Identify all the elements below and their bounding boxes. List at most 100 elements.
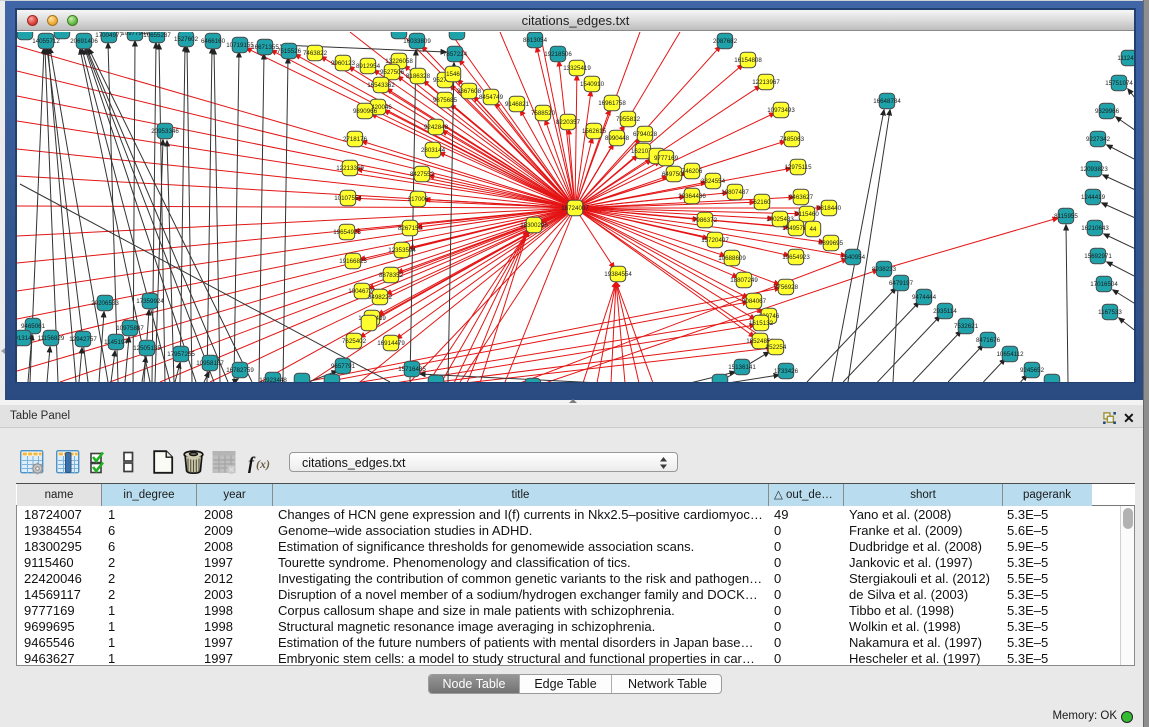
svg-text:9465061: 9465061 bbox=[21, 323, 46, 330]
svg-text:8878352: 8878352 bbox=[379, 272, 404, 279]
svg-text:12213369: 12213369 bbox=[336, 165, 364, 172]
svg-text:8912954: 8912954 bbox=[356, 63, 381, 70]
svg-text:12942757: 12942757 bbox=[69, 336, 97, 343]
svg-text:20364436: 20364436 bbox=[678, 193, 706, 200]
svg-text:10958187: 10958187 bbox=[196, 360, 224, 367]
svg-text:252254: 252254 bbox=[766, 344, 787, 351]
svg-text:18724007: 18724007 bbox=[561, 205, 589, 212]
svg-text:62160: 62160 bbox=[753, 199, 771, 206]
svg-text:8454749: 8454749 bbox=[479, 94, 504, 101]
svg-text:9227342: 9227342 bbox=[1086, 136, 1111, 143]
svg-text:9890966: 9890966 bbox=[353, 108, 378, 115]
svg-text:9463627: 9463627 bbox=[789, 194, 814, 201]
svg-text:7463822: 7463822 bbox=[303, 50, 328, 57]
svg-text:8427552: 8427552 bbox=[410, 171, 435, 178]
svg-text:8990448: 8990448 bbox=[605, 135, 630, 142]
svg-text:2867608: 2867608 bbox=[457, 88, 482, 95]
svg-text:10688609: 10688609 bbox=[718, 255, 746, 262]
svg-text:9777169: 9777169 bbox=[654, 155, 679, 162]
svg-text:3498222: 3498222 bbox=[368, 294, 393, 301]
svg-text:14055712: 14055712 bbox=[32, 38, 60, 45]
svg-text:9115460: 9115460 bbox=[795, 211, 819, 218]
svg-text:10975887: 10975887 bbox=[116, 325, 144, 332]
svg-text:16914479: 16914479 bbox=[377, 340, 405, 347]
svg-text:9960123: 9960123 bbox=[331, 60, 356, 67]
svg-text:6794028: 6794028 bbox=[633, 131, 658, 138]
svg-text:2935114: 2935114 bbox=[933, 308, 957, 315]
svg-text:12213967: 12213967 bbox=[752, 79, 780, 86]
svg-text:9329966: 9329966 bbox=[1095, 108, 1120, 115]
svg-text:9527506: 9527506 bbox=[380, 69, 405, 76]
svg-text:7588520: 7588520 bbox=[531, 110, 556, 117]
svg-text:1640954: 1640954 bbox=[841, 254, 866, 261]
svg-text:3913141: 3913141 bbox=[17, 335, 36, 342]
svg-text:(x): (x) bbox=[256, 457, 270, 471]
svg-text:7532621: 7532621 bbox=[954, 323, 979, 330]
svg-text:9818440: 9818440 bbox=[817, 205, 842, 212]
svg-text:20691406: 20691406 bbox=[70, 38, 98, 45]
svg-text:19218506: 19218506 bbox=[544, 51, 572, 58]
svg-text:1145194: 1145194 bbox=[104, 339, 128, 346]
svg-text:8471676: 8471676 bbox=[976, 337, 1001, 344]
svg-text:16648784: 16648784 bbox=[873, 98, 901, 105]
svg-text:15136141: 15136141 bbox=[728, 364, 756, 371]
svg-text:9146821: 9146821 bbox=[505, 101, 530, 108]
svg-text:1546: 1546 bbox=[446, 71, 460, 78]
svg-text:7986372: 7986372 bbox=[693, 217, 718, 224]
svg-text:f: f bbox=[248, 453, 256, 473]
svg-text:7485063: 7485063 bbox=[780, 136, 805, 143]
svg-text:15720407: 15720407 bbox=[701, 237, 729, 244]
svg-text:3824554: 3824554 bbox=[701, 178, 726, 185]
svg-text:44: 44 bbox=[810, 226, 817, 233]
svg-text:9245652: 9245652 bbox=[1020, 367, 1045, 374]
svg-text:12505135: 12505135 bbox=[133, 345, 161, 352]
svg-text:17004977: 17004977 bbox=[95, 32, 123, 39]
svg-text:10107554: 10107554 bbox=[334, 195, 362, 202]
svg-text:10655287: 10655287 bbox=[143, 32, 171, 39]
svg-text:19166825: 19166825 bbox=[339, 258, 367, 265]
svg-text:9756928: 9756928 bbox=[774, 284, 799, 291]
svg-text:7515526: 7515526 bbox=[277, 48, 302, 55]
svg-text:1167533: 1167533 bbox=[1098, 309, 1122, 316]
svg-text:12353594: 12353594 bbox=[388, 247, 416, 254]
svg-text:17359924: 17359924 bbox=[136, 298, 164, 305]
svg-text:1244419: 1244419 bbox=[1081, 194, 1106, 201]
svg-text:15751074: 15751074 bbox=[1105, 80, 1133, 87]
svg-text:1540910: 1540910 bbox=[580, 81, 605, 88]
svg-text:9657791: 9657791 bbox=[331, 363, 356, 370]
svg-text:6479197: 6479197 bbox=[889, 280, 914, 287]
svg-text:8220357: 8220357 bbox=[556, 119, 581, 126]
svg-text:1527602: 1527602 bbox=[174, 36, 199, 43]
svg-text:19654923: 19654923 bbox=[782, 254, 810, 261]
svg-text:7955812: 7955812 bbox=[616, 116, 641, 123]
svg-text:20953346: 20953346 bbox=[151, 128, 179, 135]
svg-text:2718176: 2718176 bbox=[343, 136, 368, 143]
svg-text:16543362: 16543362 bbox=[367, 82, 395, 89]
svg-text:16033809: 16033809 bbox=[403, 38, 431, 45]
svg-text:18807249: 18807249 bbox=[730, 277, 758, 284]
svg-text:1615132: 1615132 bbox=[749, 320, 774, 327]
svg-text:17957255: 17957255 bbox=[167, 351, 195, 358]
svg-text:8186328: 8186328 bbox=[406, 73, 431, 80]
svg-text:9899695: 9899695 bbox=[819, 240, 844, 247]
svg-text:16961758: 16961758 bbox=[598, 100, 626, 107]
svg-text:16154808: 16154808 bbox=[734, 57, 762, 64]
svg-text:12923448: 12923448 bbox=[259, 377, 287, 382]
svg-text:20206533: 20206533 bbox=[91, 300, 119, 307]
svg-text:8938233: 8938233 bbox=[872, 266, 897, 273]
svg-text:9084067: 9084067 bbox=[742, 298, 767, 305]
svg-text:8267150: 8267150 bbox=[398, 225, 423, 232]
svg-text:10719155: 10719155 bbox=[226, 42, 254, 49]
svg-text:1562615: 1562615 bbox=[582, 128, 607, 135]
svg-text:19654925: 19654925 bbox=[333, 229, 361, 236]
svg-text:2087682: 2087682 bbox=[713, 38, 738, 45]
svg-text:9242848: 9242848 bbox=[424, 124, 449, 131]
svg-text:7625402: 7625402 bbox=[342, 338, 367, 345]
svg-text:8115955: 8115955 bbox=[1054, 213, 1078, 220]
svg-text:16782759: 16782759 bbox=[226, 367, 254, 374]
svg-text:746206: 746206 bbox=[682, 168, 703, 175]
svg-text:2803144: 2803144 bbox=[421, 147, 446, 154]
svg-text:9875685: 9875685 bbox=[433, 97, 458, 104]
svg-text:10807487: 10807487 bbox=[721, 189, 749, 196]
svg-text:9474444: 9474444 bbox=[912, 294, 937, 301]
